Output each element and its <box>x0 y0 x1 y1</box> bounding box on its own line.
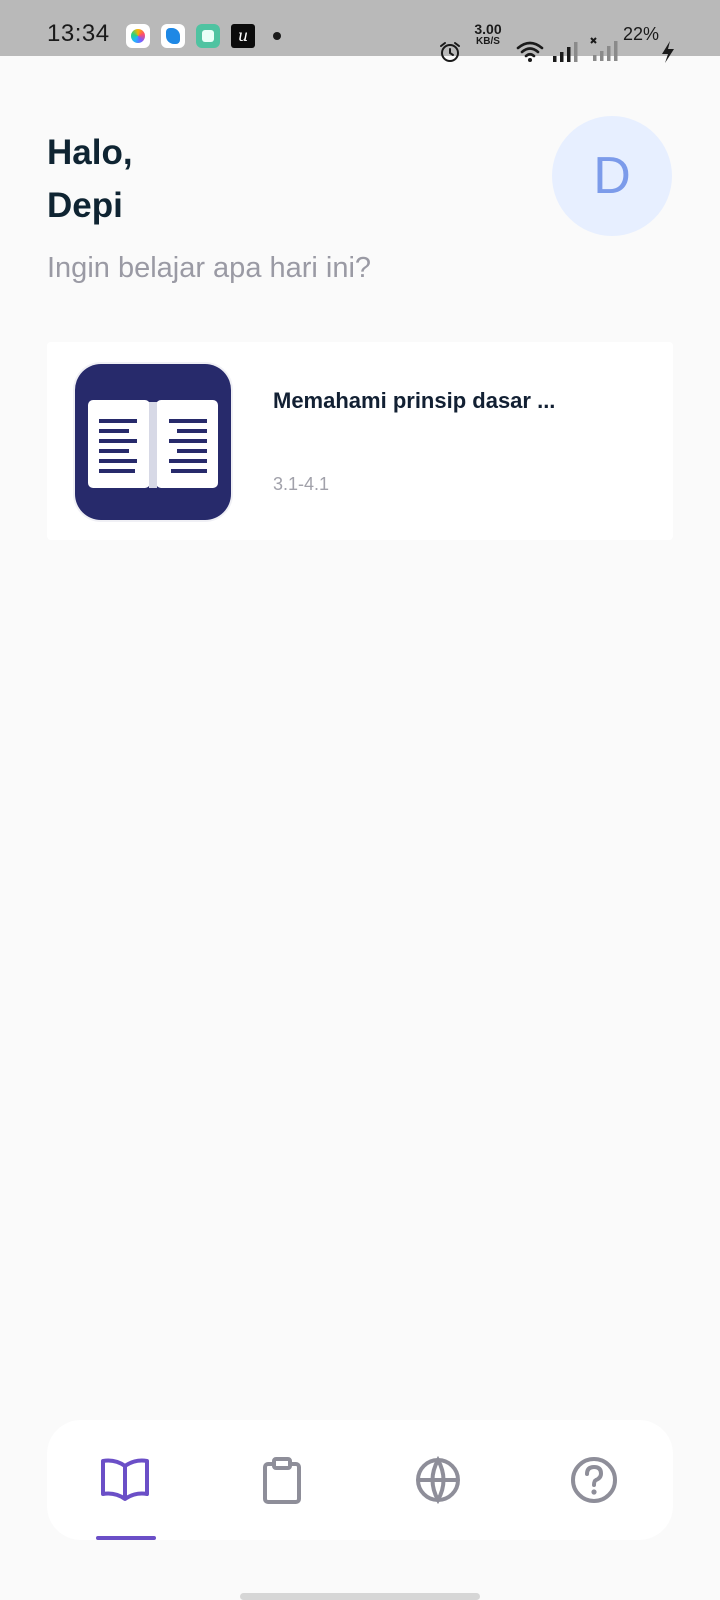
user-name: Depi <box>47 186 123 225</box>
course-title: Memahami prinsip dasar ... <box>273 388 556 413</box>
active-tab-indicator <box>96 1536 156 1540</box>
nav-item-learn[interactable] <box>75 1420 175 1540</box>
globe-icon <box>416 1456 460 1504</box>
greeting-line1: Halo, <box>47 133 133 172</box>
notification-dot-icon <box>273 32 281 40</box>
alarm-icon <box>440 42 460 62</box>
nav-item-explore[interactable] <box>388 1420 488 1540</box>
wifi-icon <box>516 41 544 62</box>
charging-bolt-icon <box>662 41 674 63</box>
help-icon <box>571 1457 617 1503</box>
book-icon <box>101 1458 149 1501</box>
app-u-icon: u <box>231 24 255 48</box>
network-speed: 3.00 KB/S <box>470 22 506 47</box>
course-code: 3.1-4.1 <box>273 474 330 494</box>
signal-no-service-icon <box>590 37 618 61</box>
open-book-icon <box>75 364 231 520</box>
status-bar: 13:34 u 3.00 KB/S 22% <box>0 0 720 63</box>
battery-level: 22% <box>623 24 660 44</box>
app-blue-icon <box>161 24 185 48</box>
bottom-nav <box>47 1420 673 1540</box>
home-indicator[interactable] <box>240 1593 480 1600</box>
clipboard-icon <box>263 1457 301 1504</box>
greeting-subtitle: Ingin belajar apa hari ini? <box>47 252 372 284</box>
app-star-icon <box>126 24 150 48</box>
course-card[interactable]: Memahami prinsip dasar ... 3.1-4.1 <box>47 342 673 540</box>
status-time: 13:34 <box>47 20 110 47</box>
network-speed-value: 3.00 <box>474 21 502 37</box>
app-screen: 13:34 u 3.00 KB/S 22% Halo, Depi Ingin b… <box>0 0 720 1600</box>
app-green-icon <box>196 24 220 48</box>
nav-item-help[interactable] <box>544 1420 644 1540</box>
greeting: Halo, Depi <box>47 126 527 232</box>
network-speed-unit: KB/S <box>476 36 500 47</box>
signal-icon <box>553 42 578 62</box>
nav-item-tasks[interactable] <box>232 1420 332 1540</box>
avatar[interactable]: D <box>552 116 672 236</box>
